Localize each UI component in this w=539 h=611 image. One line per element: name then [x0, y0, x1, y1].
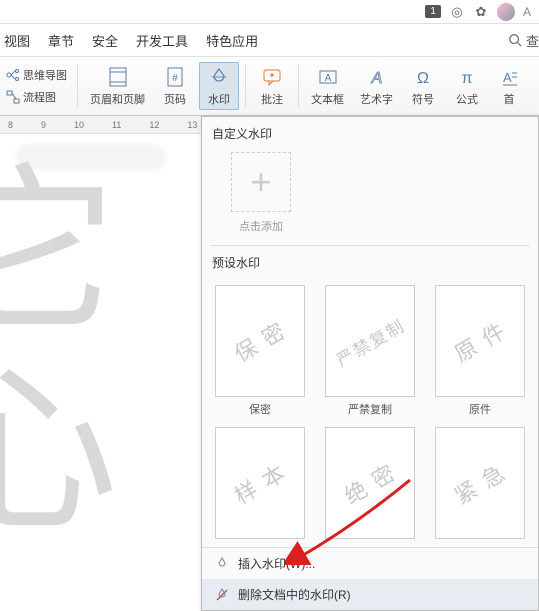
search-label: 查 [526, 31, 539, 50]
menu-devtools[interactable]: 开发工具 [136, 31, 188, 50]
ruler-tick: 13 [187, 120, 197, 130]
add-label: 点击添加 [239, 218, 283, 234]
menu-security[interactable]: 安全 [92, 31, 118, 50]
preset-topsecret[interactable]: 绝 密 [322, 427, 418, 539]
remove-watermark-action[interactable]: 删除文档中的水印(R) [202, 579, 538, 610]
insert-label: 插入水印(W)... [238, 555, 315, 572]
search-button[interactable]: 查 [508, 31, 539, 50]
annotation-button[interactable]: ✦ 批注 [252, 63, 292, 109]
svg-text:✦: ✦ [269, 71, 276, 80]
dropcap-button[interactable]: A 首 [491, 63, 527, 109]
watermark-button[interactable]: 水印 [199, 62, 239, 110]
textbox-label: 文本框 [311, 91, 344, 107]
ruler-tick: 11 [112, 120, 121, 130]
insert-watermark-action[interactable]: 插入水印(W)... [202, 548, 538, 579]
menu-chapter[interactable]: 章节 [48, 31, 74, 50]
watermark-remove-icon [214, 587, 230, 603]
mindmap-label: 思维导图 [23, 67, 67, 83]
wordart-icon: A [365, 65, 389, 89]
preset-grid: 保 密 保密 严禁复制 严禁复制 原 件 原件 样 本 绝 密 紧 急 [212, 283, 528, 547]
flowchart-label: 流程图 [23, 89, 56, 105]
mindmap-button[interactable]: 思维导图 [2, 65, 71, 85]
svg-text:#: # [172, 73, 178, 84]
preset-nocopy[interactable]: 严禁复制 严禁复制 [322, 285, 418, 417]
watermark-label: 水印 [208, 91, 230, 107]
watermark-insert-icon [214, 556, 230, 572]
preset-original[interactable]: 原 件 原件 [432, 285, 528, 417]
plus-frame: + [231, 152, 291, 212]
preset-label: 严禁复制 [348, 401, 392, 417]
preset-watermark-title: 预设水印 [202, 246, 538, 277]
plus-icon: + [250, 164, 271, 200]
ruler-tick: 9 [41, 120, 46, 130]
ruler-tick: 12 [149, 120, 159, 130]
search-icon [508, 33, 522, 47]
watermark-dropdown: 自定义水印 + 点击添加 预设水印 保 密 保密 严禁复制 严禁复制 原 件 原… [201, 116, 539, 611]
ruler-tick: 8 [8, 120, 13, 130]
avatar[interactable] [497, 3, 515, 21]
theme-icon[interactable]: ✿ [473, 4, 489, 20]
toolbar: 思维导图 流程图 页眉和页脚 # 页码 水印 ✦ 批注 A 文本框 A 艺术字 … [0, 56, 539, 116]
textbox-button[interactable]: A 文本框 [305, 63, 350, 109]
preset-section: 保 密 保密 严禁复制 严禁复制 原 件 原件 样 本 绝 密 紧 急 [202, 277, 538, 547]
mindmap-icon [6, 68, 20, 82]
preset-urgent[interactable]: 紧 急 [432, 427, 528, 539]
preset-label: 保密 [249, 401, 271, 417]
formula-icon: π [455, 65, 479, 89]
svg-text:A: A [370, 70, 382, 87]
annotation-icon: ✦ [260, 65, 284, 89]
symbol-button[interactable]: Ω 符号 [403, 63, 443, 109]
menubar: 视图 章节 安全 开发工具 特色应用 查 [0, 24, 539, 56]
notification-badge[interactable]: 1 [425, 5, 441, 18]
formula-label: 公式 [456, 91, 478, 107]
watermark-icon [207, 65, 231, 89]
symbol-label: 符号 [412, 91, 434, 107]
diagram-group: 思维导图 流程图 [2, 65, 71, 107]
preset-confidential[interactable]: 保 密 保密 [212, 285, 308, 417]
svg-text:π: π [461, 70, 472, 87]
formula-button[interactable]: π 公式 [447, 63, 487, 109]
dropcap-icon: A [497, 65, 521, 89]
svg-text:Ω: Ω [417, 70, 429, 87]
watermark-char: 它 [0, 164, 118, 344]
menu-feature[interactable]: 特色应用 [206, 31, 258, 50]
wordart-button[interactable]: A 艺术字 [354, 63, 399, 109]
svg-text:A: A [324, 73, 331, 84]
document-page: 它 心 [8, 134, 208, 611]
titlebar: 1 ◎ ✿ A [0, 0, 539, 24]
preset-sample[interactable]: 样 本 [212, 427, 308, 539]
textbox-icon: A [316, 65, 340, 89]
account-label: A [523, 5, 531, 19]
svg-text:A: A [503, 70, 512, 85]
add-custom-watermark[interactable]: + 点击添加 [212, 148, 310, 237]
remove-label: 删除文档中的水印(R) [238, 586, 351, 603]
menu-view[interactable]: 视图 [4, 31, 30, 50]
header-footer-button[interactable]: 页眉和页脚 [84, 63, 151, 109]
header-footer-label: 页眉和页脚 [90, 91, 145, 107]
symbol-icon: Ω [411, 65, 435, 89]
sync-icon[interactable]: ◎ [449, 4, 465, 20]
flowchart-button[interactable]: 流程图 [2, 87, 71, 107]
ruler-tick: 10 [74, 120, 84, 130]
bottom-actions: 插入水印(W)... 删除文档中的水印(R) [202, 547, 538, 610]
flowchart-icon [6, 90, 20, 104]
page-number-icon: # [163, 65, 187, 89]
page-number-button[interactable]: # 页码 [155, 63, 195, 109]
annotation-label: 批注 [261, 91, 283, 107]
preset-label: 原件 [469, 401, 491, 417]
watermark-char: 心 [0, 364, 118, 544]
dropcap-label: 首 [504, 91, 515, 107]
custom-watermark-title: 自定义水印 [202, 117, 538, 148]
header-footer-icon [106, 65, 130, 89]
page-number-label: 页码 [164, 91, 186, 107]
wordart-label: 艺术字 [360, 91, 393, 107]
